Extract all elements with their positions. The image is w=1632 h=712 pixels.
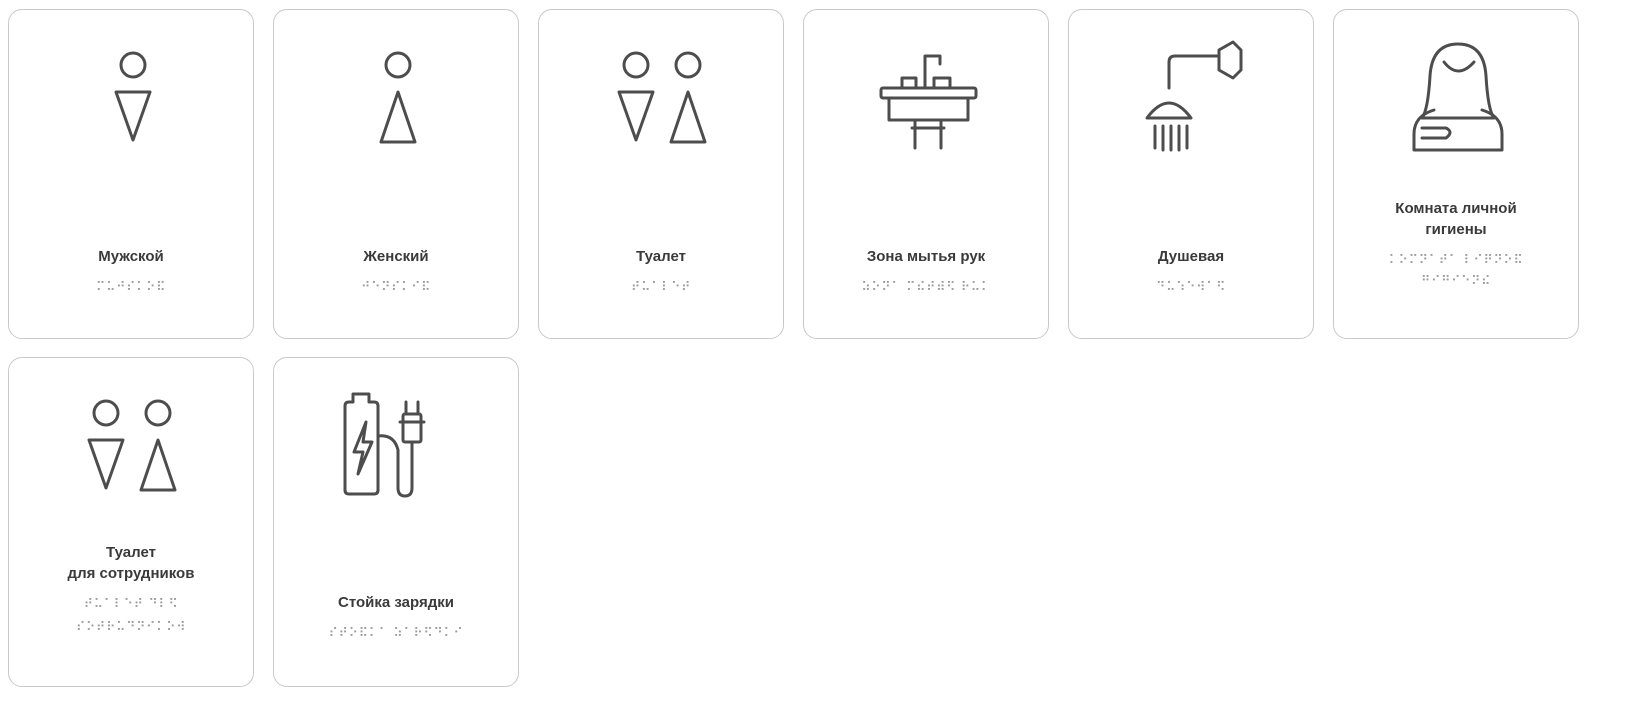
braille-text-line1: ⠞⠥⠁⠇⠑⠞ ⠙⠇⠫ [83, 597, 179, 612]
braille-text: ⠎⠞⠕⠯⠅⠁ ⠵⠁⠗⠫⠙⠅⠊ [328, 626, 464, 641]
sign-card-male[interactable]: Мужской ⠍⠥⠚⠎⠅⠕⠯ [8, 9, 254, 339]
sign-card-toilet[interactable]: Туалет ⠞⠥⠁⠇⠑⠞ [538, 9, 784, 339]
staff-toilet-icon [9, 358, 255, 538]
braille-text: ⠵⠕⠝⠁ ⠍⠮⠞⠾⠫ ⠗⠥⠅ [861, 280, 991, 295]
card-title: Стойка зарядки [338, 594, 454, 611]
toilet-icon [539, 10, 785, 190]
charging-icon [274, 358, 520, 538]
card-title: Душевая [1157, 248, 1225, 265]
braille-text-line2: ⠛⠊⠛⠊⠑⠝⠮ [1420, 274, 1492, 289]
shower-icon [1069, 10, 1315, 190]
card-title-line1: Туалет [106, 544, 156, 561]
female-icon [274, 10, 520, 190]
sign-card-shower[interactable]: Душевая ⠙⠥⠱⠑⠺⠁⠫ [1068, 9, 1314, 339]
braille-text: ⠍⠥⠚⠎⠅⠕⠯ [95, 280, 167, 295]
sign-card-sink[interactable]: Зона мытья рук ⠵⠕⠝⠁ ⠍⠮⠞⠾⠫ ⠗⠥⠅ [803, 9, 1049, 339]
sign-card-hygiene-room[interactable]: Комната личной гигиены ⠅⠕⠍⠝⠁⠞⠁ ⠇⠊⠟⠝⠕⠯ ⠛⠊… [1333, 9, 1579, 339]
card-title-line1: Комната личной [1395, 200, 1517, 217]
braille-text-line2: ⠎⠕⠞⠗⠥⠙⠝⠊⠅⠕⠺ [75, 620, 187, 635]
male-icon [9, 10, 255, 190]
card-title-line2: гигиены [1425, 221, 1487, 238]
sign-card-female[interactable]: Женский ⠚⠑⠝⠎⠅⠊⠯ [273, 9, 519, 339]
sign-card-charging[interactable]: Стойка зарядки ⠎⠞⠕⠯⠅⠁ ⠵⠁⠗⠫⠙⠅⠊ [273, 357, 519, 687]
braille-text-line1: ⠅⠕⠍⠝⠁⠞⠁ ⠇⠊⠟⠝⠕⠯ [1388, 253, 1524, 268]
card-title-line2: для сотрудников [67, 565, 195, 582]
braille-text: ⠚⠑⠝⠎⠅⠊⠯ [360, 280, 432, 295]
woman-icon [1334, 10, 1580, 190]
card-title: Зона мытья рук [866, 248, 986, 265]
braille-text: ⠙⠥⠱⠑⠺⠁⠫ [1155, 280, 1227, 295]
card-title: Мужской [98, 248, 164, 265]
card-title: Женский [363, 248, 429, 265]
sink-icon [804, 10, 1050, 190]
card-title: Туалет [636, 248, 686, 265]
braille-text: ⠞⠥⠁⠇⠑⠞ [630, 280, 692, 295]
sign-card-staff-toilet[interactable]: Туалет для сотрудников ⠞⠥⠁⠇⠑⠞ ⠙⠇⠫ ⠎⠕⠞⠗⠥⠙… [8, 357, 254, 687]
